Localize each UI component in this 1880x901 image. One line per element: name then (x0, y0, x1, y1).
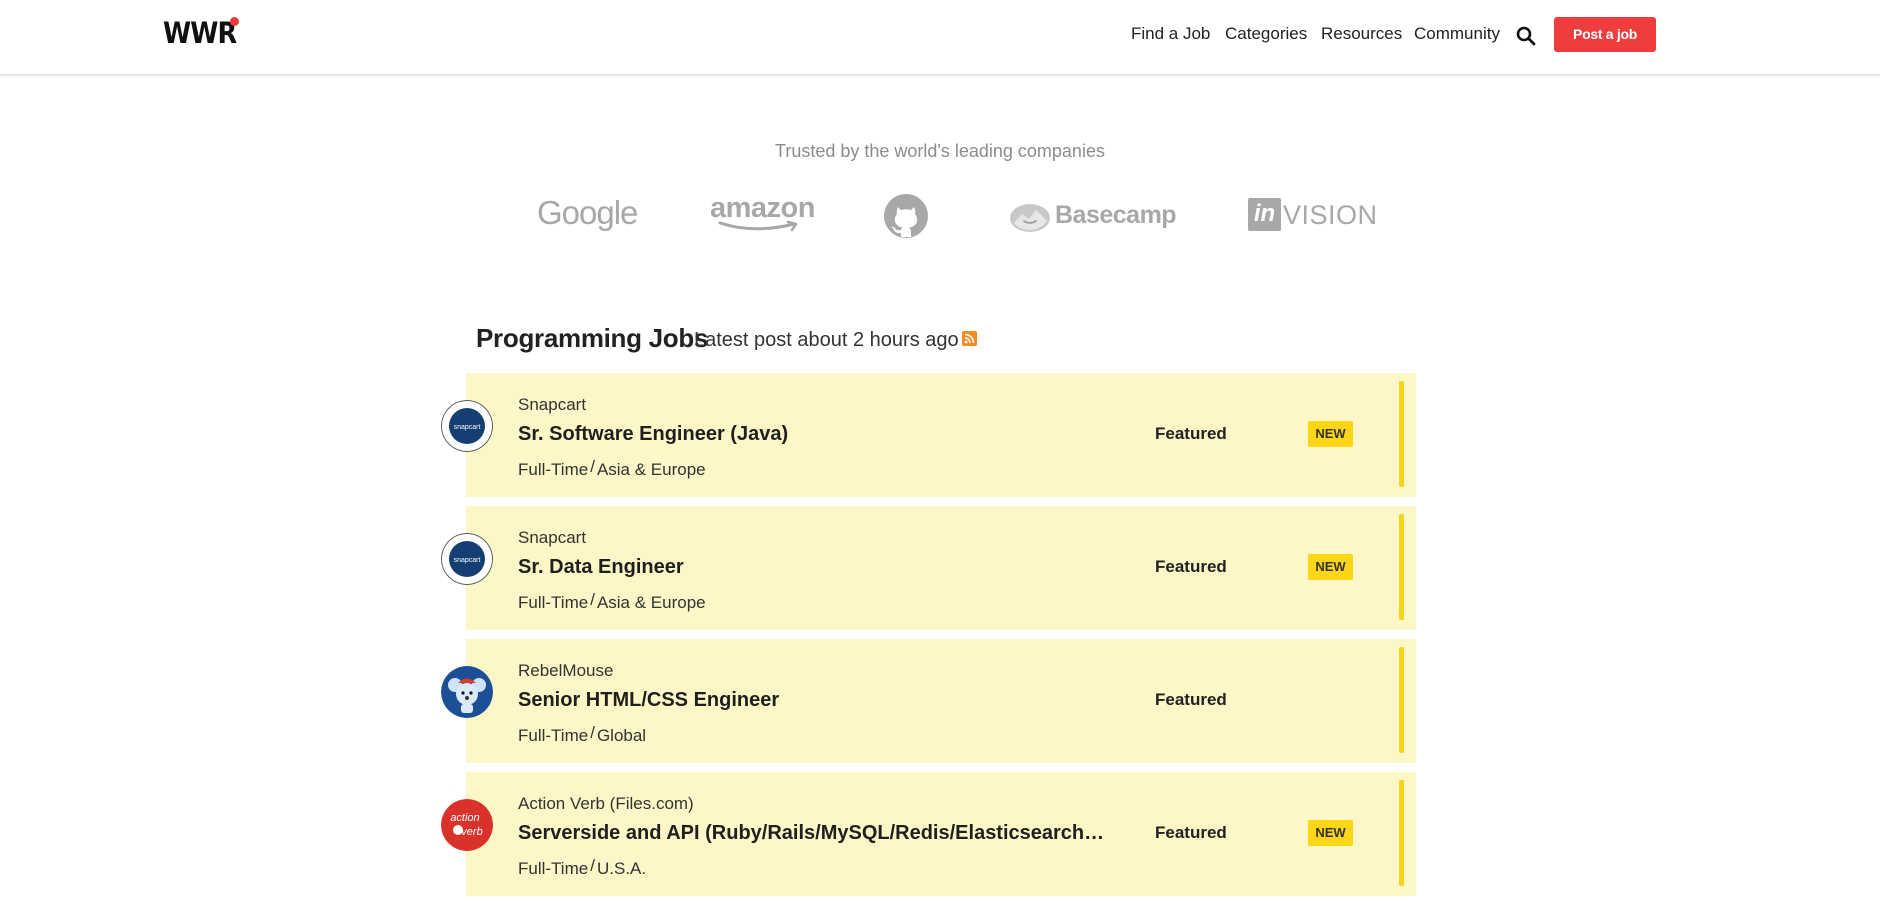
job-listing[interactable]: RebelMouse Senior HTML/CSS Engineer Full… (441, 639, 1416, 763)
new-badge: NEW (1308, 820, 1353, 846)
job-listing[interactable]: action verb Action Verb (Files.com) Serv… (441, 772, 1416, 896)
logo-dot-icon (230, 17, 239, 26)
job-listing[interactable]: snapcart Snapcart Sr. Data Engineer Full… (441, 506, 1416, 630)
google-logo: Google (537, 194, 638, 231)
amazon-smile-icon (718, 220, 798, 232)
site-header: WWR Find a Job Categories Resources Comm… (0, 0, 1880, 75)
section-subtitle: Latest post about 2 hours ago (694, 329, 959, 351)
job-meta: Full-Time / Asia & Europe (518, 590, 706, 612)
highlight-bar (1399, 514, 1404, 620)
highlight-bar (1399, 381, 1404, 487)
site-logo[interactable]: WWR (163, 16, 237, 50)
job-meta: Full-Time / Global (518, 723, 647, 745)
featured-label: Featured (1155, 690, 1227, 709)
github-logo-icon (884, 194, 928, 238)
nav-categories[interactable]: Categories (1225, 24, 1307, 44)
basecamp-logo-icon (1010, 204, 1050, 232)
post-a-job-button[interactable]: Post a job (1554, 17, 1656, 52)
section-title[interactable]: Programming Jobs (476, 323, 708, 354)
new-badge: NEW (1308, 554, 1353, 580)
company-logo-snapcart: snapcart (441, 533, 493, 585)
nav-find-a-job[interactable]: Find a Job (1131, 24, 1210, 44)
job-listing[interactable]: snapcart Snapcart Sr. Software Engineer … (441, 373, 1416, 497)
job-title[interactable]: Sr. Data Engineer (518, 556, 684, 579)
svg-text:verb: verb (461, 826, 482, 838)
job-title[interactable]: Sr. Software Engineer (Java) (518, 423, 788, 446)
company-name: RebelMouse (518, 661, 614, 680)
job-title[interactable]: Senior HTML/CSS Engineer (518, 689, 779, 712)
featured-label: Featured (1155, 823, 1227, 842)
search-icon[interactable] (1516, 26, 1536, 46)
trusted-heading: Trusted by the world's leading companies (775, 141, 1105, 161)
company-name: Action Verb (Files.com) (518, 794, 694, 813)
invision-logo: VISION (1283, 200, 1378, 230)
rss-icon[interactable] (962, 331, 977, 346)
company-logo-action-verb: action verb (441, 799, 493, 851)
new-badge: NEW (1308, 421, 1353, 447)
company-logo-rebelmouse (441, 666, 493, 718)
svg-text:snapcart: snapcart (454, 424, 481, 431)
highlight-bar (1399, 647, 1404, 753)
job-title[interactable]: Serverside and API (Ruby/Rails/MySQL/Red… (518, 822, 1104, 845)
job-meta: Full-Time / Asia & Europe (518, 457, 706, 479)
svg-text:snapcart: snapcart (454, 557, 481, 564)
svg-text:action: action (450, 812, 479, 824)
basecamp-logo: Basecamp (1055, 201, 1177, 229)
featured-label: Featured (1155, 557, 1227, 576)
highlight-bar (1399, 780, 1404, 886)
job-meta: Full-Time / U.S.A. (518, 856, 647, 878)
nav-community[interactable]: Community (1414, 24, 1500, 44)
invision-logo-icon: in (1248, 198, 1281, 231)
company-logo-snapcart: snapcart (441, 400, 493, 452)
company-name: Snapcart (518, 395, 587, 414)
nav-resources[interactable]: Resources (1321, 24, 1402, 44)
company-name: Snapcart (518, 528, 587, 547)
featured-label: Featured (1155, 424, 1227, 443)
